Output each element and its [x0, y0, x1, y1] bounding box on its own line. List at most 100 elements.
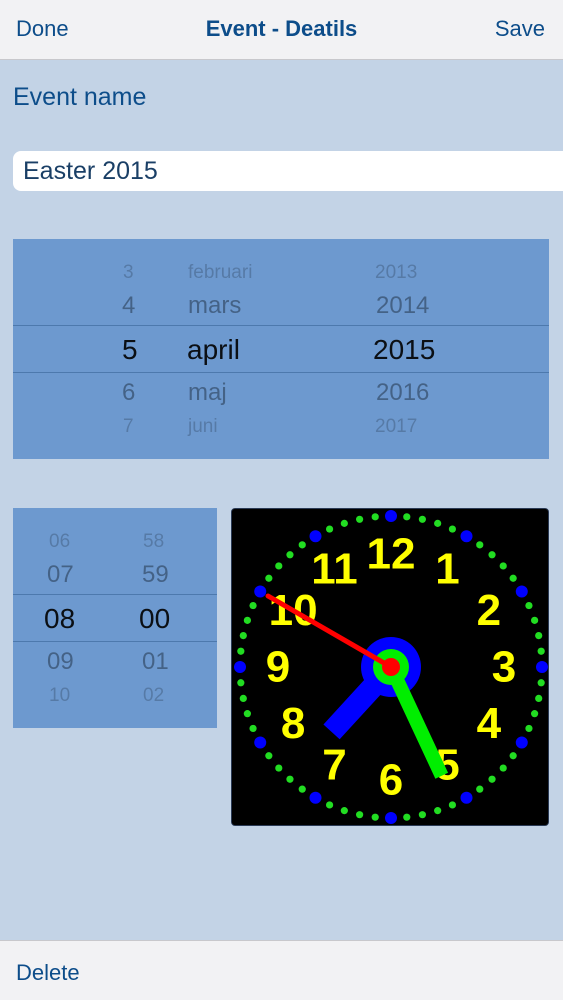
- time-hour-item[interactable]: 07: [47, 563, 74, 587]
- clock-minute-dot: [298, 785, 306, 793]
- clock-hour-dot: [234, 661, 246, 673]
- clock-minute-dot: [537, 647, 545, 655]
- clock-numeral: 7: [322, 740, 346, 789]
- clock-minute-dot: [525, 724, 533, 733]
- clock-hour-dot: [385, 812, 397, 824]
- clock-minute-dot: [286, 551, 294, 559]
- clock-hour-dot: [309, 530, 322, 543]
- clock-minute-dot: [371, 813, 379, 821]
- clock-minute-dot: [237, 679, 245, 687]
- date-day-item[interactable]: 4: [122, 294, 135, 318]
- clock-minute-dot: [265, 574, 273, 582]
- time-minute-item[interactable]: 58: [143, 532, 164, 551]
- date-year-item[interactable]: 2016: [376, 381, 429, 405]
- clock-minute-dot: [531, 710, 539, 718]
- clock-minute-dot: [298, 541, 306, 549]
- time-minute-selected[interactable]: 00: [139, 605, 170, 633]
- clock-minute-dot: [239, 632, 247, 640]
- clock-minute-dot: [434, 519, 442, 527]
- clock-hour-dot: [309, 791, 322, 804]
- page-title: Event - Deatils: [205, 16, 358, 41]
- date-day-item[interactable]: 7: [123, 417, 134, 436]
- date-day-selected[interactable]: 5: [122, 336, 138, 364]
- time-hour-item[interactable]: 09: [47, 650, 74, 674]
- clock-numeral: 12: [367, 530, 416, 579]
- clock-numeral: 8: [281, 699, 305, 748]
- clock-hour-dot: [385, 510, 397, 522]
- date-month-item[interactable]: juni: [188, 417, 218, 436]
- time-minute-item[interactable]: 01: [142, 650, 169, 674]
- delete-button[interactable]: Delete: [16, 960, 80, 986]
- clock-numeral: 3: [492, 643, 516, 692]
- bottom-toolbar: Delete: [0, 940, 563, 1000]
- date-year-item[interactable]: 2014: [376, 294, 429, 318]
- clock-minute-dot: [509, 752, 517, 760]
- clock-minute-dot: [537, 679, 545, 687]
- clock-minute-dot: [239, 694, 247, 702]
- clock-hour-dot: [254, 585, 267, 598]
- clock-minute-dot: [325, 525, 334, 533]
- time-picker[interactable]: 06 07 08 09 10 58 59 00 01 02: [13, 508, 217, 728]
- time-minute-item[interactable]: 02: [143, 686, 164, 705]
- clock-hour-dot: [254, 736, 267, 749]
- date-year-item[interactable]: 2013: [375, 263, 417, 282]
- clock-minute-dot: [509, 574, 517, 582]
- clock-minute-dot: [488, 551, 496, 559]
- clock-minute-dot: [499, 562, 507, 570]
- clock-minute-dot: [340, 807, 348, 815]
- clock-minute-dot: [275, 764, 283, 772]
- clock-minute-dot: [243, 710, 251, 718]
- analog-clock: 121234567891011: [231, 508, 549, 826]
- clock-minute-dot: [265, 752, 273, 760]
- clock-minute-dot: [434, 807, 442, 815]
- date-month-item[interactable]: februari: [188, 263, 252, 282]
- time-hour-item[interactable]: 10: [49, 686, 70, 705]
- clock-minute-dot: [488, 775, 496, 783]
- clock-hour-dot: [515, 736, 528, 749]
- clock-minute-dot: [418, 811, 426, 819]
- clock-numeral: 9: [266, 643, 290, 692]
- date-day-item[interactable]: 6: [122, 381, 135, 405]
- clock-hour-dot: [460, 791, 473, 804]
- clock-numeral: 1: [435, 545, 459, 594]
- clock-numeral: 4: [477, 699, 502, 748]
- clock-minute-dot: [243, 616, 251, 624]
- date-month-selected[interactable]: april: [187, 336, 240, 364]
- clock-minute-dot: [499, 764, 507, 772]
- navigation-bar: Done Event - Deatils Save: [0, 0, 563, 60]
- clock-numeral: 2: [477, 586, 501, 635]
- clock-minute-dot: [476, 541, 484, 549]
- clock-minute-dot: [249, 601, 257, 610]
- clock-minute-dot: [325, 801, 334, 809]
- clock-minute-dot: [356, 515, 364, 523]
- clock-minute-dot: [403, 513, 411, 521]
- clock-minute-dot: [249, 724, 257, 733]
- event-name-input[interactable]: [13, 151, 563, 191]
- clock-minute-dot: [531, 616, 539, 624]
- time-hour-selected[interactable]: 08: [44, 605, 75, 633]
- clock-face: 121234567891011: [232, 509, 548, 825]
- done-button[interactable]: Done: [16, 16, 69, 42]
- clock-hour-dot: [515, 585, 528, 598]
- clock-minute-dot: [286, 775, 294, 783]
- clock-minute-dot: [448, 525, 457, 533]
- clock-minute-dot: [535, 694, 543, 702]
- clock-minute-dot: [237, 647, 245, 655]
- date-day-item[interactable]: 3: [123, 263, 134, 282]
- date-month-item[interactable]: maj: [188, 381, 227, 405]
- date-year-item[interactable]: 2017: [375, 417, 417, 436]
- clock-minute-dot: [275, 562, 283, 570]
- clock-minute-dot: [356, 811, 364, 819]
- clock-minute-dot: [535, 632, 543, 640]
- date-picker[interactable]: 3 4 5 6 7 februari mars april maj juni 2…: [13, 239, 549, 459]
- date-month-item[interactable]: mars: [188, 294, 241, 318]
- date-year-selected[interactable]: 2015: [373, 336, 435, 364]
- clock-hour-dot: [460, 530, 473, 543]
- save-button[interactable]: Save: [495, 16, 545, 42]
- time-hour-item[interactable]: 06: [49, 532, 70, 551]
- clock-minute-dot: [448, 801, 457, 809]
- clock-numeral: 6: [379, 756, 403, 805]
- time-minute-item[interactable]: 59: [142, 563, 169, 587]
- clock-hour-dot: [536, 661, 548, 673]
- clock-numeral: 11: [311, 545, 358, 594]
